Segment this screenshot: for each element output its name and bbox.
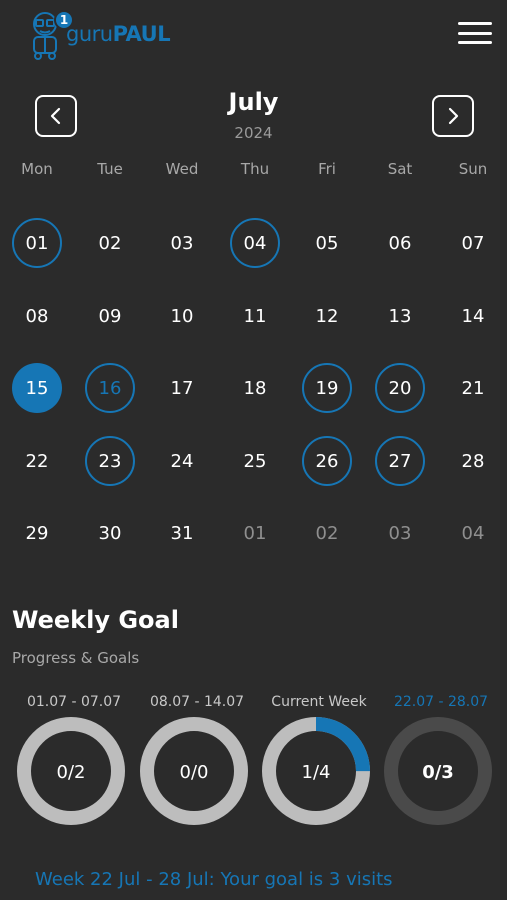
calendar-day[interactable]: 09 [85,291,135,341]
calendar-day[interactable]: 03 [157,218,207,268]
logo-wordmark: guruPAUL [66,22,171,46]
calendar-day[interactable]: 28 [448,436,498,486]
logo-text-paul: PAUL [112,22,171,46]
week-range-label: 08.07 - 14.07 [149,694,245,710]
calendar-day[interactable]: 26 [302,436,352,486]
logo-text-guru: guru [66,22,113,46]
goal-message: Week 22 Jul - 28 Jul: Your goal is 3 vis… [35,869,393,890]
calendar-day[interactable]: 15 [12,363,62,413]
app-logo[interactable]: 1 guruPAUL [28,10,188,60]
calendar-day[interactable]: 21 [448,363,498,413]
calendar-day[interactable]: 30 [85,508,135,558]
calendar-day[interactable]: 03 [375,508,425,558]
week-range-label: Current Week [271,694,367,710]
calendar-day[interactable]: 22 [12,436,62,486]
week-goal-ring[interactable]: 01.07 - 07.07 0/2 [14,692,134,842]
calendar-day[interactable]: 18 [230,363,280,413]
calendar-day[interactable]: 31 [157,508,207,558]
calendar-day[interactable]: 25 [230,436,280,486]
calendar-day[interactable]: 13 [375,291,425,341]
calendar-day[interactable]: 27 [375,436,425,486]
calendar-day[interactable]: 10 [157,291,207,341]
calendar-day[interactable]: 08 [12,291,62,341]
weekday-label: Tue [97,160,123,178]
calendar-day[interactable]: 14 [448,291,498,341]
goal-progress-value: 0/2 [56,762,86,783]
calendar-day[interactable]: 17 [157,363,207,413]
calendar-day[interactable]: 04 [230,218,280,268]
hamburger-menu-icon[interactable] [458,22,492,46]
weekday-label: Wed [165,160,199,178]
calendar-day[interactable]: 24 [157,436,207,486]
calendar-day[interactable]: 29 [12,508,62,558]
calendar-day[interactable]: 02 [302,508,352,558]
week-goal-ring[interactable]: Current Week 1/4 [259,692,379,842]
app-header: 1 guruPAUL [0,0,507,72]
calendar-day[interactable]: 01 [230,508,280,558]
calendar-day[interactable]: 04 [448,508,498,558]
weekday-header: Mon Tue Wed Thu Fri Sat Sun [0,160,507,180]
chevron-right-icon [448,107,459,125]
calendar-day[interactable]: 16 [85,363,135,413]
calendar-day[interactable]: 23 [85,436,135,486]
week-range-label: 01.07 - 07.07 [26,694,122,710]
week-goal-ring[interactable]: 08.07 - 14.07 0/0 [137,692,257,842]
calendar-day[interactable]: 06 [375,218,425,268]
year-label: 2024 [234,124,273,142]
calendar-day[interactable]: 07 [448,218,498,268]
weekly-goal-rings: 01.07 - 07.07 0/2 08.07 - 14.07 0/0 Current … [0,692,507,842]
goal-progress-value: 1/4 [301,762,331,783]
calendar-day[interactable]: 01 [12,218,62,268]
month-title: July [228,88,279,116]
weekday-label: Sat [387,160,413,178]
calendar-grid: 01 02 03 04 05 06 07 08 09 10 11 12 13 14 15 16 17 18 19 20… [0,206,507,576]
weekday-label: Sun [458,160,488,178]
weekday-label: Thu [240,160,270,178]
calendar-day[interactable]: 20 [375,363,425,413]
goal-progress-value: 0/3 [422,762,454,783]
week-range-label: 22.07 - 28.07 [393,694,489,710]
weekly-goal-title: Weekly Goal [12,606,179,634]
weekly-goal-subtitle: Progress & Goals [12,649,140,667]
calendar-day[interactable]: 12 [302,291,352,341]
calendar-day[interactable]: 11 [230,291,280,341]
week-goal-ring[interactable]: 22.07 - 28.07 0/3 [381,692,501,842]
calendar-day[interactable]: 05 [302,218,352,268]
calendar-day[interactable]: 02 [85,218,135,268]
next-month-button[interactable] [432,95,474,137]
calendar-navigation: July 2024 [0,88,507,148]
calendar-day[interactable]: 19 [302,363,352,413]
weekday-label: Fri [318,160,336,178]
goal-progress-value: 0/0 [179,762,209,783]
weekday-label: Mon [21,160,53,178]
